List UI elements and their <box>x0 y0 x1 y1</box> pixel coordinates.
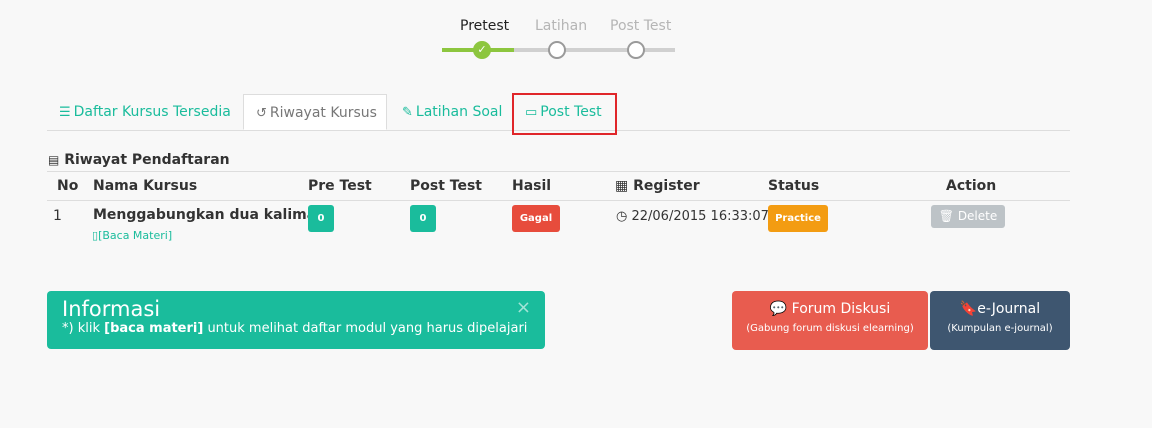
calendar-icon: ▦ <box>615 178 629 194</box>
col-hasil: Hasil <box>512 178 552 194</box>
result-badge: Gagal <box>512 205 560 232</box>
delete-button[interactable]: 🗑 Delete <box>931 205 1005 228</box>
tab-label: Daftar Kursus Tersedia <box>73 104 231 120</box>
table-header-border <box>47 200 1070 201</box>
tab-latihan-soal[interactable]: ✎ Latihan Soal <box>402 94 502 130</box>
step-label-pretest: Pretest <box>460 18 510 34</box>
tab-daftar-kursus[interactable]: ☰ Daftar Kursus Tersedia <box>59 94 231 130</box>
register-date: ◷ 22/06/2015 16:33:07 <box>616 209 769 224</box>
section-title: ▤ Riwayat Pendaftaran <box>48 152 230 168</box>
col-register: ▦ Register <box>615 178 700 194</box>
e-journal-button[interactable]: 🔖e-Journal (Kumpulan e-journal) <box>930 291 1070 350</box>
col-post-test: Post Test <box>410 178 482 194</box>
col-no: No <box>57 178 79 194</box>
table-top-border <box>47 171 1070 172</box>
info-alert: Informasi *) klik [baca materi] untuk me… <box>47 291 545 349</box>
step-dot-latihan <box>548 41 566 59</box>
course-name: Menggabungkan dua kalimat <box>93 207 323 223</box>
list-alt-icon: ▤ <box>48 153 60 167</box>
col-action: Action <box>946 178 997 194</box>
forum-diskusi-button[interactable]: 💬 Forum Diskusi (Gabung forum diskusi el… <box>732 291 928 350</box>
list-icon: ☰ <box>59 105 71 120</box>
bookmark-icon: 🔖 <box>959 301 978 317</box>
col-status: Status <box>768 178 820 194</box>
post-test-score-badge: 0 <box>410 205 436 232</box>
post-test-highlight <box>512 93 617 135</box>
close-icon[interactable]: × <box>516 297 531 318</box>
clock-icon: ◷ <box>616 209 628 224</box>
tab-label: Latihan Soal <box>415 104 503 120</box>
step-dot-pretest: ✓ <box>473 41 491 59</box>
pre-test-score-badge: 0 <box>308 205 334 232</box>
step-label-post-test: Post Test <box>610 18 672 34</box>
baca-materi-link[interactable]: ▯[Baca Materi] <box>92 229 172 242</box>
history-icon: ↺ <box>256 106 267 121</box>
trash-icon: 🗑 <box>938 209 954 223</box>
check-icon: ✓ <box>477 43 487 56</box>
status-badge: Practice <box>768 205 828 232</box>
comments-icon: 💬 <box>769 301 788 317</box>
step-label-latihan: Latihan <box>535 18 588 34</box>
step-dot-post-test <box>627 41 645 59</box>
col-pre-test: Pre Test <box>308 178 372 194</box>
pencil-icon: ✎ <box>402 105 413 120</box>
alert-body: *) klik [baca materi] untuk melihat daft… <box>62 321 528 336</box>
row-no: 1 <box>53 208 62 224</box>
col-nama-kursus: Nama Kursus <box>93 178 198 194</box>
tab-label: Riwayat Kursus <box>269 105 377 121</box>
tab-riwayat-kursus[interactable]: ↺ Riwayat Kursus <box>243 94 387 130</box>
alert-title: Informasi <box>62 297 161 321</box>
